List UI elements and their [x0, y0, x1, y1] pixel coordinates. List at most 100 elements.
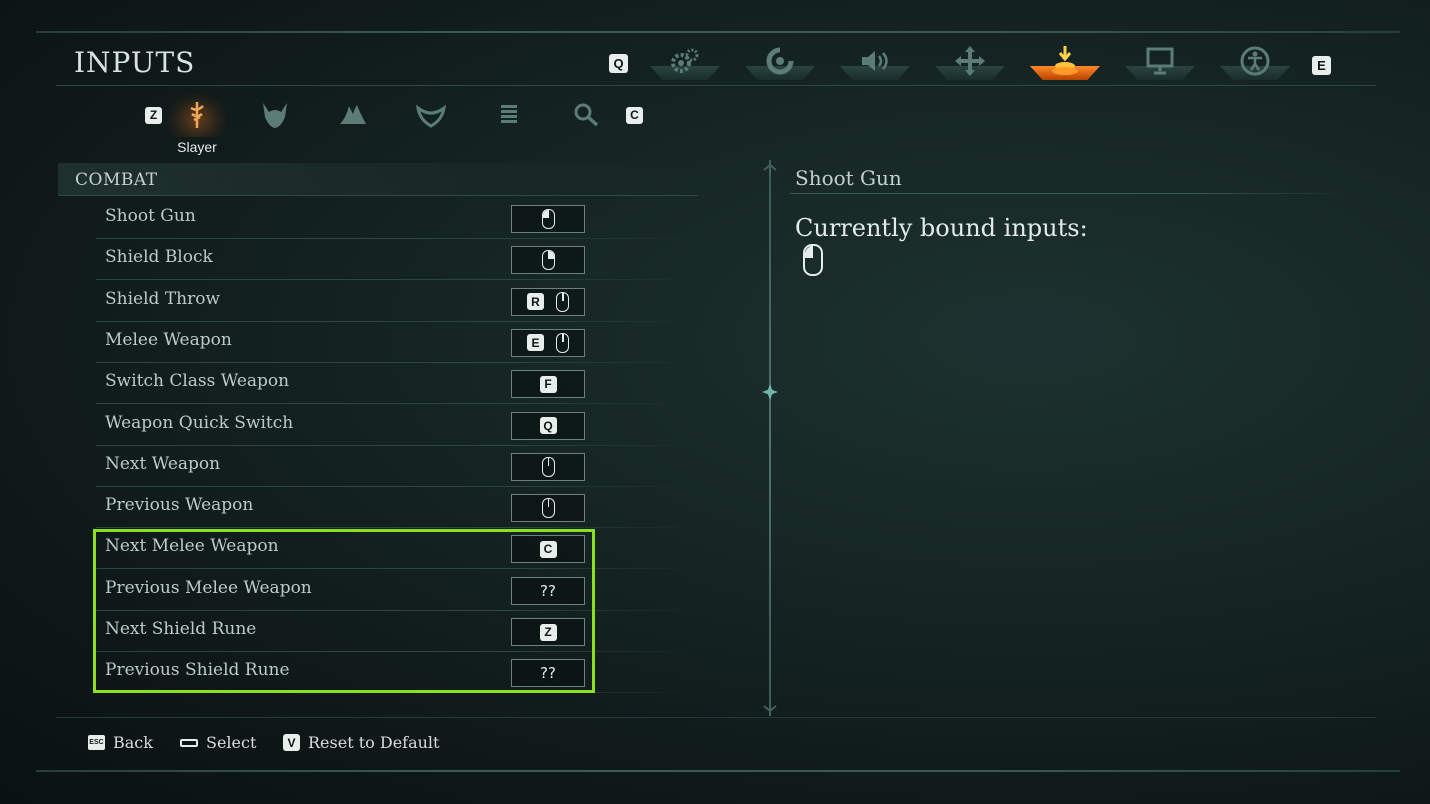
tab-audio[interactable]	[836, 40, 914, 82]
subtab-shield[interactable]	[413, 100, 449, 130]
section-title: COMBAT	[75, 170, 158, 190]
tab-game-settings[interactable]	[646, 40, 724, 82]
reset-to-default-button[interactable]: V Reset to Default	[283, 733, 439, 752]
input-download-icon	[1052, 46, 1078, 75]
gear-icon	[671, 48, 699, 73]
shield-crest-icon	[416, 104, 446, 128]
vertical-divider	[769, 172, 771, 702]
row-divider	[96, 485, 696, 487]
binding-slot[interactable]: E	[511, 328, 585, 357]
binding-slot[interactable]: F	[511, 370, 585, 399]
page-title: INPUTS	[74, 46, 196, 79]
select-label: Select	[206, 733, 257, 752]
mouse-wheel-up-icon	[541, 456, 555, 477]
tab-controller[interactable]	[741, 40, 819, 82]
binding-label: Previous Weapon	[105, 495, 254, 516]
slayer-icon	[190, 102, 204, 128]
row-divider	[96, 238, 696, 239]
mouse-button-4-icon	[556, 332, 569, 353]
subtab-list[interactable]	[491, 100, 527, 130]
dragon-icon	[340, 105, 366, 124]
row-divider	[96, 320, 696, 322]
binding-label: Weapon Quick Switch	[105, 412, 294, 433]
back-button[interactable]: ESC Back	[88, 733, 153, 752]
esc-key-icon: ESC	[88, 735, 105, 750]
binding-label: Shield Throw	[105, 288, 221, 309]
active-subtab-label: Slayer	[177, 139, 217, 155]
key-q-icon: Q	[539, 417, 557, 434]
spacebar-key-icon	[180, 738, 198, 747]
bound-inputs-label: Currently bound inputs:	[795, 214, 1088, 242]
binding-row[interactable]: Shield Block	[96, 240, 696, 281]
list-icon	[501, 105, 517, 123]
e-key-icon: E	[1312, 56, 1331, 75]
mouse-icon	[556, 291, 569, 312]
tab-movement[interactable]	[931, 40, 1009, 82]
mouse-wheel-down-icon	[541, 498, 555, 519]
q-key-icon: Q	[609, 54, 628, 73]
subtab-dragon[interactable]	[335, 100, 371, 130]
select-button[interactable]: Select	[180, 733, 256, 752]
mouse-right-click-icon	[541, 250, 555, 271]
demon-helmet-icon	[263, 103, 287, 128]
subtab-demon[interactable]	[257, 100, 293, 130]
divider-bottom-arrow-icon	[763, 700, 777, 716]
row-divider	[96, 361, 696, 363]
v-key-icon: V	[283, 734, 300, 751]
binding-label: Next Weapon	[105, 453, 221, 474]
binding-slot[interactable]	[511, 205, 585, 233]
divider-top-arrow-icon	[763, 160, 777, 176]
binding-label: Shoot Gun	[105, 206, 196, 226]
accessibility-icon	[1240, 46, 1270, 76]
header-divider	[56, 85, 1376, 86]
footer-divider	[56, 717, 1376, 718]
subtab-slayer[interactable]	[167, 93, 227, 137]
binding-label: Melee Weapon	[105, 329, 232, 350]
binding-row[interactable]: Next Weapon	[96, 447, 696, 487]
controller-icon	[766, 47, 794, 75]
binding-slot[interactable]: Q	[511, 411, 585, 440]
row-divider	[96, 444, 696, 446]
binding-label: Shield Block	[105, 247, 213, 268]
binding-slot[interactable]	[511, 452, 585, 481]
detail-title-underline	[790, 193, 1350, 194]
monitor-icon	[1146, 47, 1174, 75]
magnifier-icon	[574, 103, 599, 127]
row-divider	[96, 279, 696, 281]
reset-label: Reset to Default	[308, 733, 440, 752]
binding-slot[interactable]: R	[511, 287, 585, 316]
row-divider	[96, 527, 696, 529]
next-subtab-key-hint[interactable]: C	[626, 106, 643, 124]
highlight-box	[93, 529, 595, 693]
move-arrows-icon	[955, 46, 985, 76]
binding-row[interactable]: Melee Weapon E	[96, 323, 696, 363]
section-header: COMBAT	[58, 163, 698, 196]
bound-input-mouse-left-icon	[803, 244, 823, 276]
key-e-icon: E	[527, 334, 544, 352]
tab-inputs[interactable]	[1026, 40, 1104, 82]
binding-row[interactable]: Switch Class Weapon F	[96, 364, 696, 405]
next-tab-key-hint[interactable]: E	[1312, 56, 1331, 75]
binding-label: Switch Class Weapon	[105, 371, 290, 392]
tab-display[interactable]	[1121, 40, 1199, 82]
binding-row[interactable]: Weapon Quick Switch Q	[96, 406, 696, 446]
key-f-icon: F	[539, 375, 557, 393]
c-key-icon: C	[626, 106, 643, 124]
z-key-icon: Z	[145, 106, 162, 124]
top-border	[36, 31, 1400, 33]
prev-subtab-key-hint[interactable]: Z	[145, 106, 162, 124]
tab-accessibility[interactable]	[1216, 40, 1294, 82]
binding-slot[interactable]	[511, 246, 585, 275]
prev-tab-key-hint[interactable]: Q	[609, 54, 628, 73]
binding-row[interactable]: Previous Weapon	[96, 488, 696, 529]
binding-slot[interactable]	[511, 494, 585, 523]
divider-ornament-icon	[762, 384, 778, 400]
detail-title: Shoot Gun	[795, 166, 902, 190]
binding-row[interactable]: Shield Throw R	[96, 282, 696, 322]
subtab-search[interactable]	[569, 100, 605, 130]
key-r-icon: R	[527, 293, 544, 311]
back-label: Back	[113, 733, 153, 752]
bottom-border	[36, 770, 1400, 772]
binding-row[interactable]: Shoot Gun	[96, 199, 696, 239]
row-divider	[96, 403, 696, 405]
